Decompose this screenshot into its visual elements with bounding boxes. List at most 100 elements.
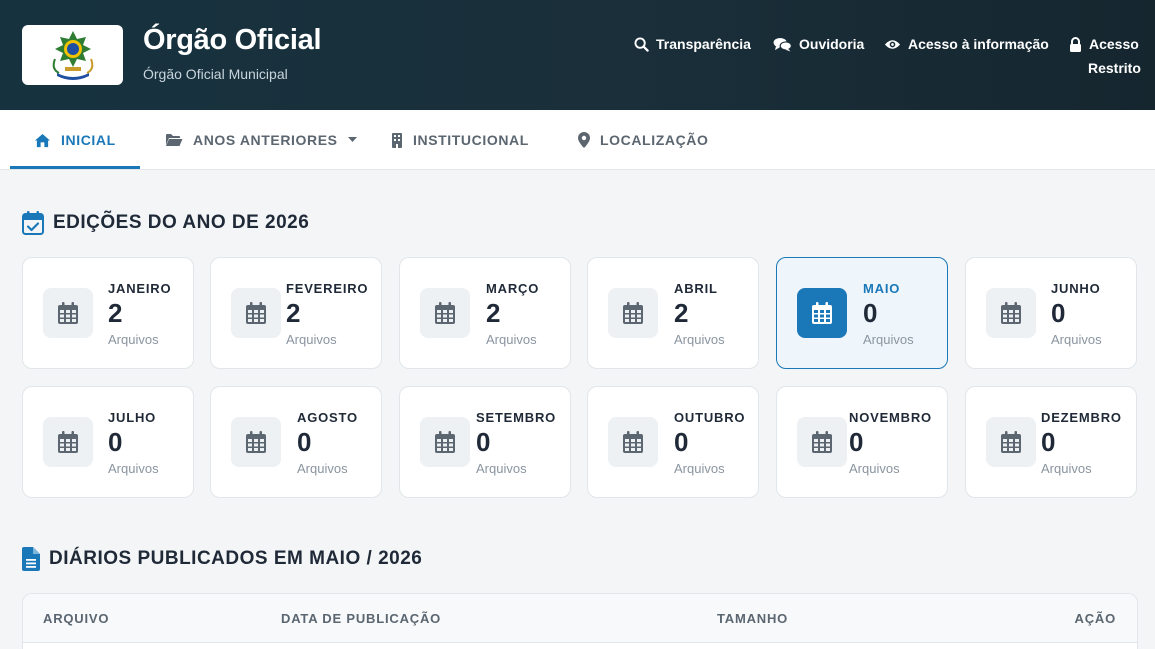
month-unit-label: Arquivos — [476, 461, 527, 476]
nav-item-anos-anteriores-label: ANOS ANTERIORES — [193, 132, 338, 148]
calendar-icon — [420, 417, 470, 467]
calendar-icon — [231, 288, 281, 338]
month-file-count: 2 — [674, 298, 689, 328]
column-header-acao: AÇÃO — [1074, 611, 1116, 626]
map-marker-icon — [578, 132, 590, 148]
table-header: ARQUIVO DATA DE PUBLICAÇÃO TAMANHO AÇÃO — [23, 594, 1137, 643]
logo[interactable] — [22, 25, 123, 85]
calendar-icon — [797, 288, 847, 338]
month-file-count: 0 — [297, 427, 312, 457]
nav-item-localizacao[interactable]: LOCALIZAÇÃO — [578, 110, 708, 170]
month-unit-label: Arquivos — [1051, 332, 1102, 347]
month-name: AGOSTO — [297, 410, 358, 425]
month-file-count: 0 — [674, 427, 689, 457]
file-icon — [22, 547, 40, 571]
month-card-março[interactable]: MARÇO 2 Arquivos — [399, 257, 571, 369]
month-file-count: 0 — [849, 427, 864, 457]
month-name: OUTUBRO — [674, 410, 746, 425]
month-unit-label: Arquivos — [486, 332, 537, 347]
month-name: MAIO — [863, 281, 901, 296]
link-transparencia-label: Transparência — [656, 36, 751, 52]
month-card-julho[interactable]: JULHO 0 Arquivos — [22, 386, 194, 498]
month-card-janeiro[interactable]: JANEIRO 2 Arquivos — [22, 257, 194, 369]
month-unit-label: Arquivos — [108, 332, 159, 347]
month-unit-label: Arquivos — [674, 461, 725, 476]
month-name: NOVEMBRO — [849, 410, 932, 425]
folder-open-icon — [166, 134, 183, 146]
link-ouvidoria-label: Ouvidoria — [799, 36, 865, 52]
nav-item-anos-anteriores[interactable]: ANOS ANTERIORES — [165, 110, 357, 170]
diarios-title: DIÁRIOS PUBLICADOS EM MAIO / 2026 — [49, 548, 423, 569]
month-unit-label: Arquivos — [863, 332, 914, 347]
month-file-count: 2 — [286, 298, 301, 328]
link-acesso-restrito-label-2[interactable]: Restrito — [1088, 60, 1141, 76]
nav-item-localizacao-label: LOCALIZAÇÃO — [600, 132, 709, 148]
calendar-icon — [420, 288, 470, 338]
column-header-tamanho[interactable]: TAMANHO — [717, 611, 788, 626]
month-name: JULHO — [108, 410, 157, 425]
month-name: MARÇO — [486, 281, 540, 296]
editions-heading: EDIÇÕES DO ANO DE 2026 — [22, 211, 309, 235]
active-tab-indicator — [10, 166, 140, 169]
month-file-count: 2 — [486, 298, 501, 328]
comments-icon — [773, 37, 792, 52]
link-acesso-restrito[interactable]: Acesso — [1069, 36, 1139, 52]
calendar-icon — [986, 417, 1036, 467]
coat-of-arms-icon — [52, 31, 93, 80]
month-file-count: 0 — [108, 427, 123, 457]
month-file-count: 0 — [1051, 298, 1066, 328]
calendar-icon — [43, 288, 93, 338]
caret-down-icon — [347, 137, 357, 142]
month-card-maio[interactable]: MAIO 0 Arquivos — [776, 257, 948, 369]
link-transparencia[interactable]: Transparência — [634, 36, 751, 52]
calendar-icon — [986, 288, 1036, 338]
month-card-junho[interactable]: JUNHO 0 Arquivos — [965, 257, 1137, 369]
month-unit-label: Arquivos — [286, 332, 337, 347]
month-file-count: 0 — [863, 298, 878, 328]
month-card-fevereiro[interactable]: FEVEREIRO 2 Arquivos — [210, 257, 382, 369]
month-card-abril[interactable]: ABRIL 2 Arquivos — [587, 257, 759, 369]
month-name: DEZEMBRO — [1041, 410, 1122, 425]
site-title[interactable]: Órgão Oficial — [143, 24, 322, 57]
nav-item-institucional-label: INSTITUCIONAL — [413, 132, 529, 148]
link-ouvidoria[interactable]: Ouvidoria — [773, 36, 864, 52]
link-acesso-informacao[interactable]: Acesso à informação — [884, 36, 1049, 52]
link-acesso-restrito-label: Acesso — [1089, 36, 1139, 52]
nav-item-institucional[interactable]: INSTITUCIONAL — [391, 110, 529, 170]
home-icon — [35, 133, 50, 147]
month-card-agosto[interactable]: AGOSTO 0 Arquivos — [210, 386, 382, 498]
calendar-icon — [797, 417, 847, 467]
calendar-icon — [608, 288, 658, 338]
diarios-heading: DIÁRIOS PUBLICADOS EM MAIO / 2026 — [22, 547, 422, 571]
site-header: Órgão Oficial Órgão Oficial Municipal Tr… — [0, 0, 1155, 110]
month-file-count: 0 — [476, 427, 491, 457]
search-icon — [634, 36, 649, 52]
month-name: FEVEREIRO — [286, 281, 369, 296]
month-card-novembro[interactable]: NOVEMBRO 0 Arquivos — [776, 386, 948, 498]
editions-title: EDIÇÕES DO ANO DE 2026 — [53, 212, 310, 233]
month-unit-label: Arquivos — [297, 461, 348, 476]
calendar-check-icon — [22, 211, 44, 235]
eye-icon — [884, 39, 901, 49]
nav-item-inicial-label: INICIAL — [61, 132, 116, 148]
column-header-data-publicacao[interactable]: DATA DE PUBLICAÇÃO — [281, 611, 441, 626]
site-subtitle: Órgão Oficial Municipal — [143, 66, 288, 82]
month-card-setembro[interactable]: SETEMBRO 0 Arquivos — [399, 386, 571, 498]
month-unit-label: Arquivos — [674, 332, 725, 347]
nav-item-inicial[interactable]: INICIAL — [34, 110, 116, 170]
link-acesso-informacao-label: Acesso à informação — [908, 36, 1049, 52]
calendar-icon — [43, 417, 93, 467]
main-nav: INICIAL ANOS ANTERIORES INSTITUCIONAL LO… — [0, 110, 1155, 170]
month-unit-label: Arquivos — [849, 461, 900, 476]
lock-icon — [1070, 36, 1081, 52]
calendar-icon — [231, 417, 281, 467]
month-name: SETEMBRO — [476, 410, 557, 425]
month-unit-label: Arquivos — [1041, 461, 1092, 476]
month-file-count: 0 — [1041, 427, 1056, 457]
month-name: JANEIRO — [108, 281, 172, 296]
column-header-arquivo[interactable]: ARQUIVO — [43, 611, 109, 626]
diarios-table: ARQUIVO DATA DE PUBLICAÇÃO TAMANHO AÇÃO — [22, 593, 1138, 649]
month-card-dezembro[interactable]: DEZEMBRO 0 Arquivos — [965, 386, 1137, 498]
calendar-icon — [608, 417, 658, 467]
month-card-outubro[interactable]: OUTUBRO 0 Arquivos — [587, 386, 759, 498]
